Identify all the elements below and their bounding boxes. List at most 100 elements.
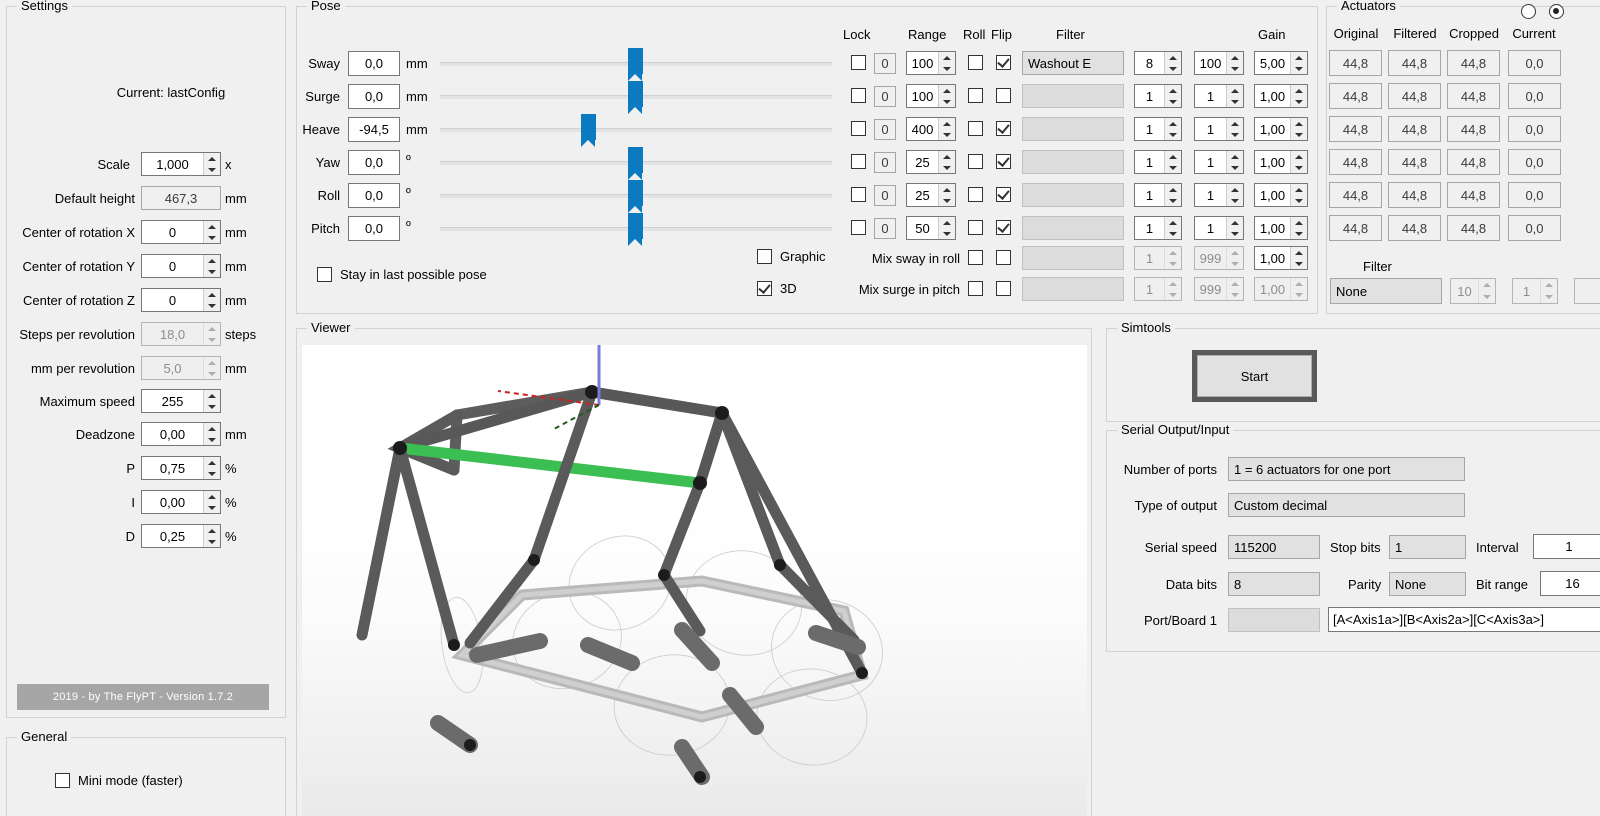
spinner-p[interactable] (203, 457, 220, 479)
spinner-mix2-gain[interactable] (1290, 278, 1307, 300)
setting-input-d[interactable]: 0,25 (141, 524, 221, 548)
pose-axis-input-roll[interactable]: 0,0 (348, 183, 400, 208)
viewer-3d-canvas[interactable] (302, 335, 1087, 816)
pose-range-input-surge[interactable]: 100 (906, 84, 956, 108)
graphic-checkbox[interactable] (757, 249, 772, 264)
spinner-range-yaw[interactable] (938, 151, 955, 173)
spinner-gain-sway[interactable] (1290, 52, 1307, 74)
setting-input-cor-z[interactable]: 0 (141, 288, 221, 312)
pose-gain-input-roll[interactable]: 1,00 (1254, 183, 1308, 207)
spinner-mix1-p1[interactable] (1164, 247, 1181, 269)
spinner-p2-roll[interactable] (1226, 184, 1243, 206)
actuators-radio-right[interactable] (1549, 4, 1564, 19)
spinner-mm-per-rev[interactable] (203, 357, 220, 379)
pose-filter-p1-pitch[interactable]: 1 (1134, 216, 1182, 240)
pose-slider-sway[interactable] (440, 48, 832, 81)
spinner-cor-z[interactable] (203, 289, 220, 311)
setting-input-cor-y[interactable]: 0 (141, 254, 221, 278)
mix-surge-in-pitch-flip-checkbox[interactable] (996, 281, 1011, 296)
spinner-p1-roll[interactable] (1164, 184, 1181, 206)
pose-range-input-pitch[interactable]: 50 (906, 216, 956, 240)
setting-input-i[interactable]: 0,00 (141, 490, 221, 514)
spinner-mix1-gain[interactable] (1290, 247, 1307, 269)
format-string-input[interactable]: [A<Axis1a>][B<Axis2a>][C<Axis3a>] (1328, 607, 1600, 632)
setting-input-max-speed[interactable]: 255 (141, 389, 221, 413)
pose-gain-input-yaw[interactable]: 1,00 (1254, 150, 1308, 174)
pose-axis-input-sway[interactable]: 0,0 (348, 51, 400, 76)
pose-filter-p2-surge[interactable]: 1 (1194, 84, 1244, 108)
pose-filter-p1-heave[interactable]: 1 (1134, 117, 1182, 141)
pose-flip-checkbox-roll[interactable] (996, 187, 1011, 202)
pose-gain-input-heave[interactable]: 1,00 (1254, 117, 1308, 141)
spinner-steps-per-rev[interactable] (203, 323, 220, 345)
pose-filter-p2-yaw[interactable]: 1 (1194, 150, 1244, 174)
mix-sway-in-roll-gain[interactable]: 1,00 (1254, 246, 1308, 270)
spinner-deadzone[interactable] (203, 423, 220, 445)
mix-sway-in-roll-roll-checkbox[interactable] (968, 250, 983, 265)
stop-bits-combo[interactable]: 1 (1389, 535, 1466, 559)
spinner-range-roll[interactable] (938, 184, 955, 206)
spinner-gain-surge[interactable] (1290, 85, 1307, 107)
spinner-d[interactable] (203, 525, 220, 547)
pose-lock-checkbox-pitch[interactable] (851, 220, 866, 235)
spinner-gain-heave[interactable] (1290, 118, 1307, 140)
spinner-p1-yaw[interactable] (1164, 151, 1181, 173)
actuators-filter-p1[interactable]: 10 (1450, 278, 1496, 304)
pose-range-input-roll[interactable]: 25 (906, 183, 956, 207)
spinner-p1-surge[interactable] (1164, 85, 1181, 107)
serial-speed-combo[interactable]: 115200 (1228, 535, 1320, 559)
mix-sway-in-roll-flip-checkbox[interactable] (996, 250, 1011, 265)
spinner-p1-heave[interactable] (1164, 118, 1181, 140)
setting-input-scale[interactable]: 1,000 (141, 152, 221, 176)
spinner-range-sway[interactable] (938, 52, 955, 74)
pose-lock-checkbox-yaw[interactable] (851, 154, 866, 169)
stay-in-last-pose-checkbox[interactable] (317, 267, 332, 282)
spinner-i[interactable] (203, 491, 220, 513)
setting-input-mm-per-rev[interactable]: 5,0 (141, 356, 221, 380)
mix-surge-in-pitch-roll-checkbox[interactable] (968, 281, 983, 296)
spinner-gain-roll[interactable] (1290, 184, 1307, 206)
pose-axis-input-pitch[interactable]: 0,0 (348, 216, 400, 241)
pose-flip-checkbox-heave[interactable] (996, 121, 1011, 136)
parity-combo[interactable]: None (1389, 572, 1466, 596)
bit-range-input[interactable]: 16 (1540, 571, 1600, 596)
pose-roll-checkbox-surge[interactable] (968, 88, 983, 103)
pose-axis-input-surge[interactable]: 0,0 (348, 84, 400, 109)
pose-filter-combo-surge[interactable] (1022, 84, 1124, 108)
slider-thumb[interactable] (628, 213, 643, 246)
spinner-mix1-p2[interactable] (1226, 247, 1243, 269)
spinner-p2-sway[interactable] (1226, 52, 1243, 74)
pose-filter-p2-pitch[interactable]: 1 (1194, 216, 1244, 240)
pose-axis-input-yaw[interactable]: 0,0 (348, 150, 400, 175)
spinner-p1-pitch[interactable] (1164, 217, 1181, 239)
interval-input[interactable]: 1 (1533, 534, 1600, 559)
pose-filter-p1-sway[interactable]: 8 (1134, 51, 1182, 75)
pose-roll-checkbox-sway[interactable] (968, 55, 983, 70)
setting-input-steps-per-rev[interactable]: 18,0 (141, 322, 221, 346)
pose-slider-surge[interactable] (440, 81, 832, 114)
slider-thumb[interactable] (581, 114, 596, 147)
spinner-range-heave[interactable] (938, 118, 955, 140)
spinner-p2-pitch[interactable] (1226, 217, 1243, 239)
pose-lock-checkbox-surge[interactable] (851, 88, 866, 103)
actuators-filter-p2[interactable]: 1 (1512, 278, 1558, 304)
mix-sway-in-roll-filter-combo[interactable] (1022, 246, 1124, 270)
start-button[interactable]: Start (1197, 355, 1312, 397)
number-of-ports-combo[interactable]: 1 = 6 actuators for one port (1228, 457, 1465, 481)
spinner-mix2-p1[interactable] (1164, 278, 1181, 300)
spinner-p2-heave[interactable] (1226, 118, 1243, 140)
pose-filter-combo-heave[interactable] (1022, 117, 1124, 141)
slider-thumb[interactable] (628, 81, 643, 114)
pose-lock-checkbox-roll[interactable] (851, 187, 866, 202)
spinner-range-pitch[interactable] (938, 217, 955, 239)
pose-filter-p1-surge[interactable]: 1 (1134, 84, 1182, 108)
pose-flip-checkbox-sway[interactable] (996, 55, 1011, 70)
spinner-cor-x[interactable] (203, 221, 220, 243)
mix-surge-in-pitch-filter-combo[interactable] (1022, 277, 1124, 301)
pose-filter-combo-sway[interactable]: Washout E (1022, 51, 1124, 75)
three-d-checkbox[interactable] (757, 281, 772, 296)
pose-gain-input-sway[interactable]: 5,00 (1254, 51, 1308, 75)
setting-input-cor-x[interactable]: 0 (141, 220, 221, 244)
pose-lock-checkbox-sway[interactable] (851, 55, 866, 70)
pose-slider-roll[interactable] (440, 180, 832, 213)
